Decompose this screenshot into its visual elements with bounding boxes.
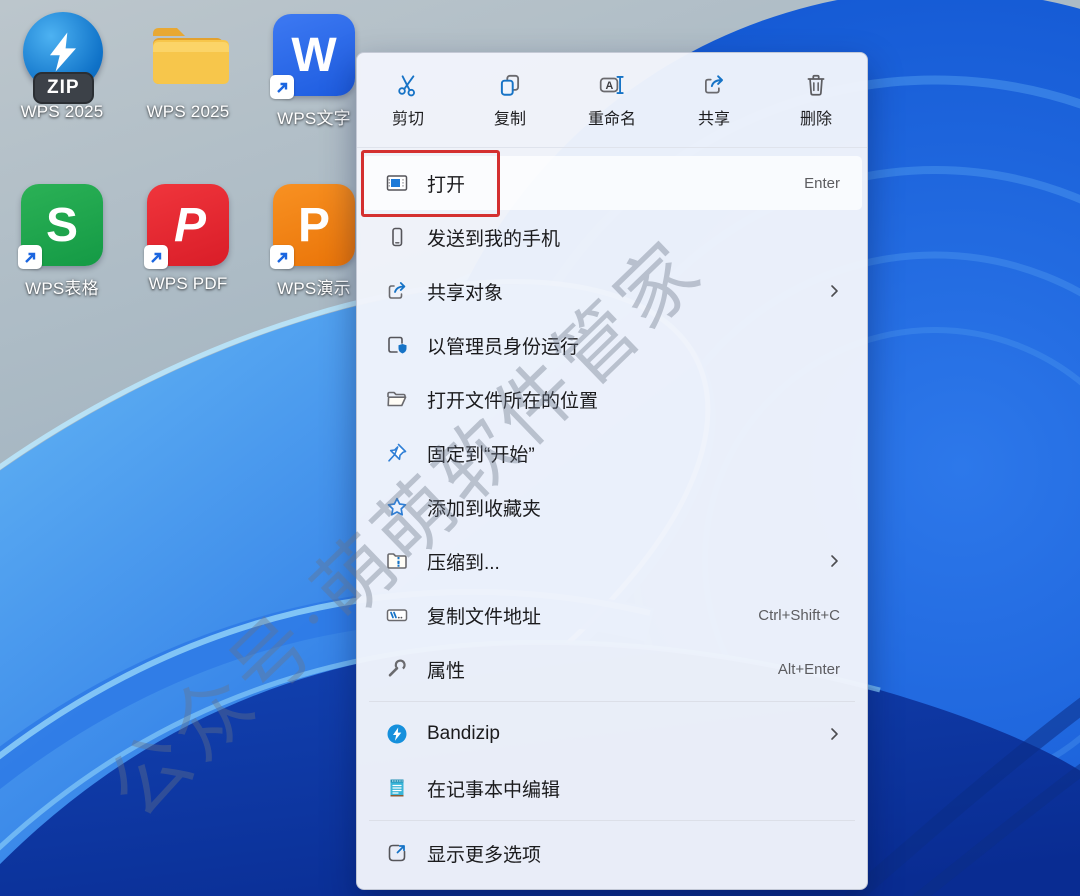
shortcut-hint: Ctrl+Shift+C [758, 606, 840, 624]
share-icon [705, 74, 723, 93]
phone-icon [384, 225, 410, 249]
menu-item-copy-file-path[interactable]: 复制文件地址 Ctrl+Shift+C [362, 588, 862, 642]
desktop-icon-wps-folder[interactable]: WPS 2025 [126, 12, 250, 122]
menu-item-compress-to[interactable]: 压缩到... [362, 534, 862, 588]
menu-item-properties[interactable]: 属性 Alt+Enter [362, 642, 862, 696]
menu-list: 打开 Enter 发送到我的手机 共享对象 以管理员身份运行 打开文件所在的位置… [357, 148, 867, 884]
menu-item-open-file-location[interactable]: 打开文件所在的位置 [362, 372, 862, 426]
desktop-icon-wps-sheet[interactable]: S WPS表格 [0, 182, 124, 299]
share-icon [384, 279, 410, 303]
menu-item-add-to-favorites[interactable]: 添加到收藏夹 [362, 480, 862, 534]
menu-item-send-to-phone[interactable]: 发送到我的手机 [362, 210, 862, 264]
shortcut-arrow-icon [144, 245, 168, 269]
menu-item-share-with[interactable]: 共享对象 [362, 264, 862, 318]
notepad-icon [384, 776, 410, 800]
menu-item-bandizip[interactable]: Bandizip [362, 707, 862, 761]
rename-button[interactable]: A 重命名 [563, 58, 661, 142]
icon-label: WPS表格 [25, 279, 99, 298]
shortcut-hint: Alt+Enter [777, 660, 840, 678]
desktop-icon-wps-zip[interactable]: ZIP WPS 2025 [0, 12, 124, 122]
menu-item-show-more-options[interactable]: 显示更多选项 [362, 826, 862, 880]
zip-badge: ZIP [33, 72, 94, 104]
zip-folder-icon [384, 549, 410, 573]
menu-separator [369, 820, 855, 821]
submenu-chevron-icon [826, 283, 842, 299]
more-options-icon [384, 841, 410, 865]
shortcut-hint: Enter [804, 174, 840, 192]
wrench-icon [384, 657, 410, 681]
cut-button[interactable]: 剪切 [359, 58, 457, 142]
svg-text:A: A [606, 80, 614, 92]
share-button[interactable]: 共享 [665, 58, 763, 142]
wps-sheet-icon: S [18, 184, 103, 269]
wps-show-icon: P [270, 184, 355, 269]
open-folder-icon [384, 387, 410, 411]
delete-button[interactable]: 删除 [767, 58, 865, 142]
menu-item-open[interactable]: 打开 Enter [362, 156, 862, 210]
submenu-chevron-icon [826, 726, 842, 742]
quick-action-bar: 剪切 复制 A 重命名 共享 删除 [357, 53, 867, 148]
file-path-icon [384, 603, 410, 627]
menu-separator [369, 701, 855, 702]
icon-label: WPS 2025 [20, 102, 104, 121]
icon-label: WPS 2025 [146, 102, 230, 121]
copy-button[interactable]: 复制 [461, 58, 559, 142]
copy-icon [500, 74, 520, 96]
admin-shield-icon [384, 333, 410, 357]
context-menu: 剪切 复制 A 重命名 共享 删除 打开 Enter 发送到我的手机 共享对象 … [356, 52, 868, 890]
star-icon [384, 495, 410, 519]
shortcut-arrow-icon [18, 245, 42, 269]
wps-writer-icon: W [270, 14, 355, 99]
menu-item-edit-in-notepad[interactable]: 在记事本中编辑 [362, 761, 862, 815]
bandizip-icon [384, 722, 410, 746]
folder-icon [153, 28, 229, 84]
icon-label: WPS PDF [148, 274, 228, 293]
menu-item-pin-to-start[interactable]: 固定到“开始” [362, 426, 862, 480]
app-window-icon [384, 171, 410, 195]
pin-icon [384, 441, 410, 465]
shortcut-arrow-icon [270, 245, 294, 269]
shortcut-arrow-icon [270, 75, 294, 99]
wps-pdf-icon: P [144, 184, 229, 269]
trash-icon [807, 74, 825, 96]
menu-item-run-as-admin[interactable]: 以管理员身份运行 [362, 318, 862, 372]
rename-icon: A [599, 75, 624, 94]
submenu-chevron-icon [826, 553, 842, 569]
desktop-icon-wps-pdf[interactable]: P WPS PDF [126, 182, 250, 294]
scissors-icon [398, 74, 415, 96]
